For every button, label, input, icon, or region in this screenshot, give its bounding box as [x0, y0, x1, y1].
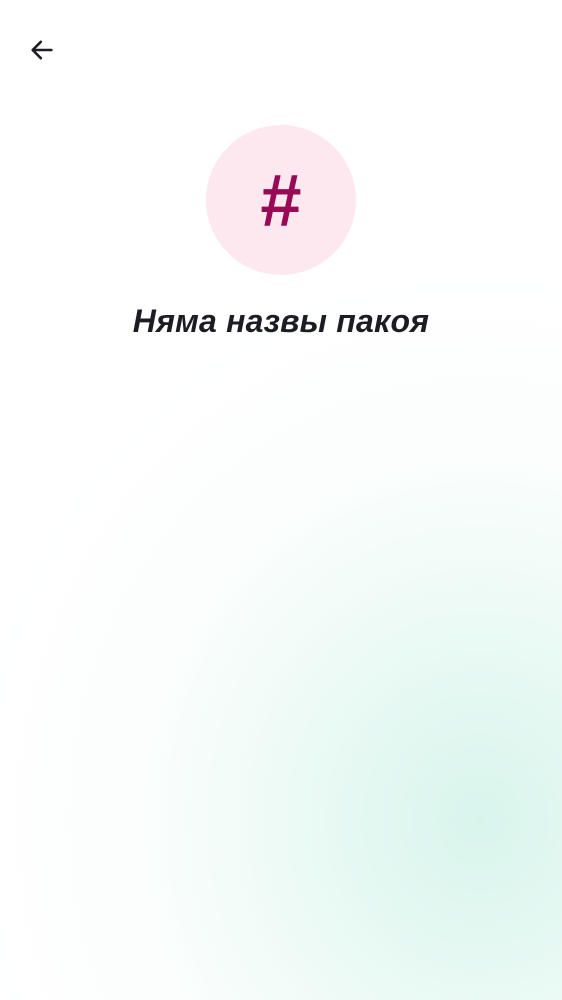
hash-icon: # — [260, 159, 302, 242]
room-info-screen: # Няма назвы пакоя — [0, 0, 562, 1000]
room-avatar: # — [206, 125, 356, 275]
back-button[interactable] — [20, 28, 64, 72]
arrow-left-icon — [28, 36, 56, 64]
room-title: Няма назвы пакоя — [132, 303, 430, 339]
